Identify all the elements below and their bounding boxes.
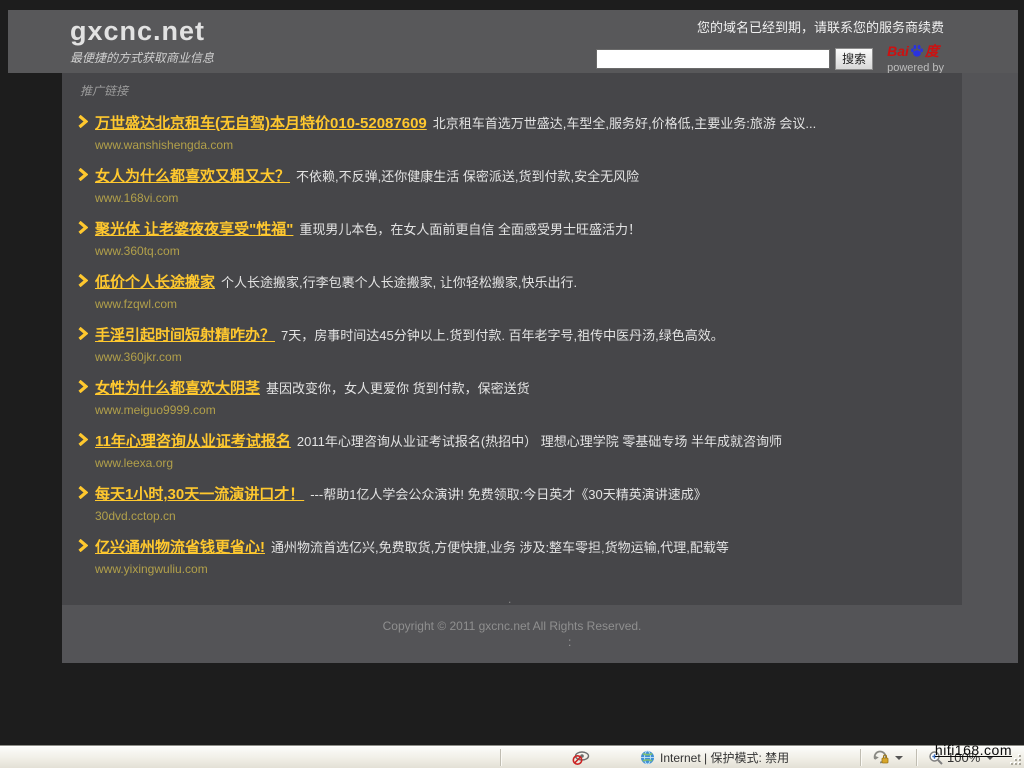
list-item: 每天1小时,30天一流演讲口才！ ---帮助1亿人学会公众演讲! 免费领取:今日… [78, 485, 962, 523]
search-row: 搜索 Bai度 powered by [596, 43, 944, 74]
header-right: 您的域名已经到期，请联系您的服务商续费 搜索 Bai度 powered by [596, 17, 944, 74]
ad-link[interactable]: 万世盛达北京租车(无自驾)本月特价010-52087609 [95, 114, 427, 134]
ad-description: 重现男儿本色，在女人面前更自信 全面感受男士旺盛活力！ [299, 220, 641, 240]
list-item: 11年心理咨询从业证考试报名 2011年心理咨询从业证考试报名(热招中） 理想心… [78, 432, 962, 470]
chevron-right-icon [78, 114, 90, 134]
ad-url: www.fzqwl.com [95, 297, 962, 311]
list-item: 亿兴通州物流省钱更省心! 通州物流首选亿兴,免费取货,方便快捷,业务 涉及:整车… [78, 538, 962, 576]
site-tagline: 最便捷的方式获取商业信息 [70, 49, 214, 66]
ad-description: 通州物流首选亿兴,免费取货,方便快捷,业务 涉及:整车零担,货物运输,代理,配载… [271, 538, 729, 558]
list-item: 聚光体 让老婆夜夜享受"性福" 重现男儿本色，在女人面前更自信 全面感受男士旺盛… [78, 220, 962, 258]
ad-url: www.meiguo9999.com [95, 403, 962, 417]
zone-text: Internet | 保护模式: 禁用 [660, 749, 789, 766]
ad-link[interactable]: 每天1小时,30天一流演讲口才！ [95, 485, 304, 505]
chevron-right-icon [78, 220, 90, 240]
ad-description: 不依赖,不反弹,还你健康生活 保密派送,货到付款,安全无风险 [296, 167, 639, 187]
list-item: 万世盛达北京租车(无自驾)本月特价010-52087609 北京租车首选万世盛达… [78, 114, 962, 152]
right-margin-strip [962, 73, 1018, 605]
list-item: 女性为什么都喜欢大阴茎 基因改变你，女人更爱你 货到付款，保密送货 www.me… [78, 379, 962, 417]
baidu-brand[interactable]: Bai度 powered by [887, 43, 944, 74]
list-item: 手淫引起时间短射精咋办？ 7天，房事时间达45分钟以上.货到付款. 百年老字号,… [78, 326, 962, 364]
ad-description: 北京租车首选万世盛达,车型全,服务好,价格低,主要业务:旅游 会议... [433, 114, 817, 134]
baidu-logo: Bai 度 [887, 43, 939, 59]
chevron-right-icon [78, 273, 90, 293]
ad-url: www.360tq.com [95, 244, 962, 258]
ad-description: ---帮助1亿人学会公众演讲! 免费领取:今日英才《30天精英演讲速成》 [310, 485, 707, 505]
chevron-right-icon [78, 167, 90, 187]
inprivate-filter-button[interactable] [572, 746, 590, 768]
list-item: 女人为什么都喜欢又粗又大？ 不依赖,不反弹,还你健康生活 保密派送,货到付款,安… [78, 167, 962, 205]
chevron-right-icon [78, 326, 90, 346]
eye-blocked-icon [572, 750, 590, 766]
footer-colon: : [568, 635, 571, 649]
list-item: 低价个人长途搬家 个人长途搬家,行李包裹个人长途搬家, 让你轻松搬家,快乐出行.… [78, 273, 962, 311]
ad-url: www.leexa.org [95, 456, 962, 470]
security-report-button[interactable] [872, 746, 903, 768]
status-bar: Internet | 保护模式: 禁用 100% [0, 745, 1024, 768]
ad-link[interactable]: 亿兴通州物流省钱更省心! [95, 538, 265, 558]
search-button[interactable]: 搜索 [835, 48, 873, 70]
chevron-down-icon [895, 756, 903, 760]
copyright-text: Copyright © 2011 gxcnc.net All Rights Re… [62, 619, 1018, 633]
ad-description: 基因改变你，女人更爱你 货到付款，保密送货 [266, 379, 530, 399]
page-header: gxcnc.net 最便捷的方式获取商业信息 您的域名已经到期，请联系您的服务商… [8, 10, 1018, 73]
chevron-right-icon [78, 485, 90, 505]
ad-link[interactable]: 低价个人长途搬家 [95, 273, 215, 293]
baidu-logo-bai: Bai [887, 43, 909, 59]
ad-link[interactable]: 女性为什么都喜欢大阴茎 [95, 379, 260, 399]
site-logo: gxcnc.net [70, 16, 214, 47]
search-input[interactable] [596, 49, 830, 69]
ad-link[interactable]: 女人为什么都喜欢又粗又大？ [95, 167, 290, 187]
sponsored-links-panel: 推广链接 万世盛达北京租车(无自驾)本月特价010-52087609 北京租车首… [62, 73, 962, 605]
globe-icon [640, 750, 655, 765]
refresh-lock-icon [872, 750, 889, 765]
ad-description: 个人长途搬家,行李包裹个人长途搬家, 让你轻松搬家,快乐出行. [221, 273, 577, 293]
ad-url: www.yixingwuliu.com [95, 562, 962, 576]
site-logo-block: gxcnc.net 最便捷的方式获取商业信息 [70, 16, 214, 66]
ad-link[interactable]: 聚光体 让老婆夜夜享受"性福" [95, 220, 293, 240]
statusbar-divider [916, 749, 917, 766]
watermark-text: hifi168.com [935, 742, 1012, 758]
statusbar-divider [860, 749, 861, 766]
chevron-right-icon [78, 379, 90, 399]
security-zone-indicator[interactable]: Internet | 保护模式: 禁用 [640, 746, 789, 768]
ad-url: www.360jkr.com [95, 350, 962, 364]
ad-description: 2011年心理咨询从业证考试报名(热招中） 理想心理学院 零基础专场 半年成就咨… [297, 432, 782, 452]
baidu-logo-du: 度 [925, 43, 939, 59]
footer-dot: . [508, 592, 511, 606]
chevron-right-icon [78, 538, 90, 558]
ad-url: 30dvd.cctop.cn [95, 509, 962, 523]
paw-icon [910, 44, 924, 60]
ad-url: www.168vi.com [95, 191, 962, 205]
ad-description: 7天，房事时间达45分钟以上.货到付款. 百年老字号,祖传中医丹汤,绿色高效。 [281, 326, 724, 346]
browser-viewport: gxcnc.net 最便捷的方式获取商业信息 您的域名已经到期，请联系您的服务商… [0, 0, 1024, 768]
domain-expired-notice: 您的域名已经到期，请联系您的服务商续费 [596, 17, 944, 36]
ad-link[interactable]: 11年心理咨询从业证考试报名 [95, 432, 291, 452]
ad-url: www.wanshishengda.com [95, 138, 962, 152]
section-label: 推广链接 [80, 82, 962, 99]
chevron-right-icon [78, 432, 90, 452]
statusbar-divider [500, 749, 501, 766]
ad-link[interactable]: 手淫引起时间短射精咋办？ [95, 326, 275, 346]
page-footer: Copyright © 2011 gxcnc.net All Rights Re… [62, 605, 1018, 663]
